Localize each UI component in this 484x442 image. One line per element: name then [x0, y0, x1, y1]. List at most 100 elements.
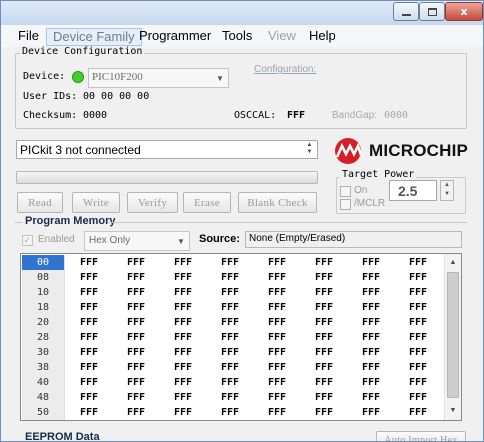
- memory-cell[interactable]: FFF: [174, 300, 220, 315]
- memory-cell[interactable]: FFF: [315, 315, 361, 330]
- memory-cell[interactable]: FFF: [268, 285, 314, 300]
- memory-cell[interactable]: FFF: [221, 270, 267, 285]
- memory-cell[interactable]: FFF: [362, 390, 408, 405]
- erase-button[interactable]: Erase: [183, 192, 231, 213]
- memory-cell[interactable]: FFF: [268, 375, 314, 390]
- close-button[interactable]: x: [445, 2, 483, 21]
- chevron-down-icon[interactable]: ▼: [212, 69, 228, 87]
- memory-cell[interactable]: FFF: [80, 405, 126, 420]
- memory-cell[interactable]: FFF: [174, 255, 220, 270]
- memory-cell[interactable]: FFF: [268, 255, 314, 270]
- memory-cell[interactable]: FFF: [221, 390, 267, 405]
- memory-cell[interactable]: FFF: [127, 390, 173, 405]
- memory-cell[interactable]: FFF: [268, 315, 314, 330]
- memory-cell[interactable]: FFF: [221, 300, 267, 315]
- memory-cell[interactable]: FFF: [362, 360, 408, 375]
- memory-cell[interactable]: FFF: [80, 390, 126, 405]
- memory-cell[interactable]: FFF: [174, 270, 220, 285]
- memory-cell[interactable]: FFF: [315, 255, 361, 270]
- menu-view[interactable]: View: [262, 28, 302, 46]
- voltage-input[interactable]: 2.5: [389, 180, 437, 201]
- menu-device-family[interactable]: Device Family: [46, 28, 142, 46]
- memory-cell[interactable]: FFF: [315, 360, 361, 375]
- configuration-link[interactable]: Configuration:: [254, 64, 316, 75]
- memory-cell[interactable]: FFF: [80, 270, 126, 285]
- memory-cell[interactable]: FFF: [362, 285, 408, 300]
- memory-cell[interactable]: FFF: [362, 315, 408, 330]
- memory-cell[interactable]: FFF: [315, 405, 361, 420]
- memory-cell[interactable]: FFF: [315, 390, 361, 405]
- memory-cell[interactable]: FFF: [221, 345, 267, 360]
- memory-cell[interactable]: FFF: [221, 405, 267, 420]
- memory-cell[interactable]: FFF: [268, 390, 314, 405]
- memory-cell[interactable]: FFF: [127, 405, 173, 420]
- memory-cell[interactable]: FFF: [174, 315, 220, 330]
- memory-cell[interactable]: FFF: [127, 285, 173, 300]
- title-bar[interactable]: x: [1, 1, 483, 25]
- menu-file[interactable]: File: [12, 28, 45, 46]
- memory-cell[interactable]: FFF: [362, 345, 408, 360]
- memory-cell[interactable]: FFF: [221, 375, 267, 390]
- vertical-scrollbar[interactable]: ▲ ▼: [444, 254, 461, 420]
- memory-cell[interactable]: FFF: [127, 360, 173, 375]
- memory-cell[interactable]: FFF: [221, 360, 267, 375]
- memory-cell[interactable]: FFF: [221, 255, 267, 270]
- memory-cell[interactable]: FFF: [315, 375, 361, 390]
- memory-cell[interactable]: FFF: [315, 285, 361, 300]
- chevron-down-icon[interactable]: ▼: [173, 232, 189, 250]
- hex-mode-select[interactable]: Hex Only ▼: [84, 231, 190, 251]
- memory-cell[interactable]: FFF: [174, 360, 220, 375]
- memory-cell[interactable]: FFF: [174, 390, 220, 405]
- maximize-button[interactable]: [419, 2, 445, 21]
- memory-cell[interactable]: FFF: [362, 270, 408, 285]
- memory-cell[interactable]: FFF: [127, 315, 173, 330]
- memory-cell[interactable]: FFF: [362, 330, 408, 345]
- memory-cell[interactable]: FFF: [127, 345, 173, 360]
- read-button[interactable]: Read: [17, 192, 63, 213]
- memory-cell[interactable]: FFF: [362, 405, 408, 420]
- memory-cell[interactable]: FFF: [362, 255, 408, 270]
- device-select[interactable]: PIC10F200 ▼: [88, 68, 229, 88]
- memory-cell[interactable]: FFF: [268, 345, 314, 360]
- target-power-on-checkbox[interactable]: [340, 186, 351, 197]
- memory-cell[interactable]: FFF: [315, 345, 361, 360]
- memory-cell[interactable]: FFF: [127, 255, 173, 270]
- memory-cell[interactable]: FFF: [268, 300, 314, 315]
- scroll-up-icon[interactable]: ▲: [445, 254, 461, 270]
- memory-cell[interactable]: FFF: [127, 270, 173, 285]
- menu-programmer[interactable]: Programmer: [133, 28, 217, 46]
- memory-cell[interactable]: FFF: [362, 375, 408, 390]
- memory-cell[interactable]: FFF: [80, 345, 126, 360]
- memory-cell[interactable]: FFF: [315, 270, 361, 285]
- memory-cell[interactable]: FFF: [80, 330, 126, 345]
- memory-cell[interactable]: FFF: [174, 345, 220, 360]
- memory-cell[interactable]: FFF: [80, 255, 126, 270]
- menu-tools[interactable]: Tools: [216, 28, 258, 46]
- enabled-checkbox[interactable]: ✓: [22, 235, 33, 246]
- memory-cell[interactable]: FFF: [221, 285, 267, 300]
- mclr-checkbox[interactable]: [340, 199, 351, 210]
- voltage-spin-icon[interactable]: ▲ ▼: [440, 180, 454, 201]
- blank-check-button[interactable]: Blank Check: [238, 192, 317, 213]
- program-memory-grid[interactable]: 00 FFF FFF FFF FFF FFF FFF FFF FFF 08 FFF FFF FFF FFF…: [20, 253, 462, 421]
- memory-cell[interactable]: FFF: [268, 270, 314, 285]
- memory-cell[interactable]: FFF: [80, 315, 126, 330]
- menu-help[interactable]: Help: [303, 28, 342, 46]
- memory-cell[interactable]: FFF: [174, 405, 220, 420]
- memory-cell[interactable]: FFF: [315, 330, 361, 345]
- memory-cell[interactable]: FFF: [221, 315, 267, 330]
- memory-cell[interactable]: FFF: [268, 405, 314, 420]
- memory-cell[interactable]: FFF: [127, 300, 173, 315]
- memory-cell[interactable]: FFF: [80, 285, 126, 300]
- memory-cell[interactable]: FFF: [268, 360, 314, 375]
- memory-cell[interactable]: FFF: [80, 300, 126, 315]
- memory-cell[interactable]: FFF: [80, 360, 126, 375]
- memory-cell[interactable]: FFF: [362, 300, 408, 315]
- memory-cell[interactable]: FFF: [221, 330, 267, 345]
- minimize-button[interactable]: [393, 2, 419, 21]
- status-spin-icon[interactable]: ▲ ▼: [303, 142, 316, 157]
- scroll-down-icon[interactable]: ▼: [445, 402, 461, 418]
- memory-cell[interactable]: FFF: [268, 330, 314, 345]
- scroll-thumb[interactable]: [447, 272, 459, 398]
- memory-cell[interactable]: FFF: [174, 285, 220, 300]
